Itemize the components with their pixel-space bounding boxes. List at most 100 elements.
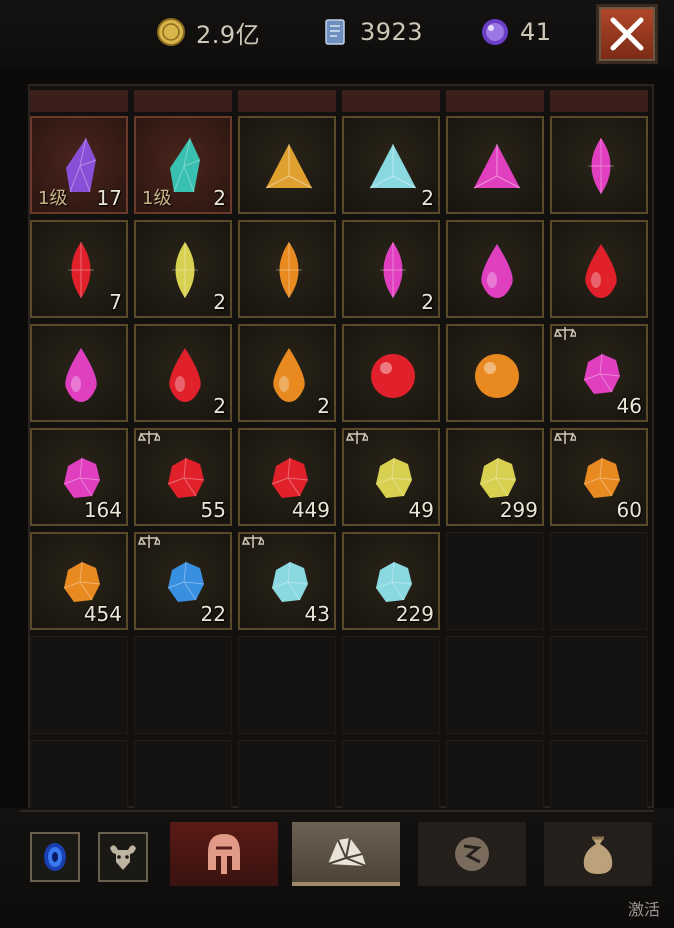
gem-slot[interactable]: [550, 220, 648, 318]
emblem-button[interactable]: [98, 832, 148, 882]
scroll-icon: [320, 17, 350, 47]
item-level: 1级: [38, 188, 68, 209]
scroll-currency: 3923: [320, 14, 423, 50]
tab-materials[interactable]: [544, 822, 652, 886]
item-count: 2: [421, 186, 434, 210]
gem-slot[interactable]: 55: [134, 428, 232, 526]
item-count: 2: [421, 290, 434, 314]
bull-emblem-icon: [110, 845, 136, 870]
item-count: 2: [317, 394, 330, 418]
gold-currency: 2.9亿: [156, 14, 260, 50]
trade-scale-icon: [138, 431, 160, 444]
empty-slot[interactable]: [550, 532, 648, 630]
item-count: 2: [213, 394, 226, 418]
empty-slot[interactable]: [238, 636, 336, 734]
orb-red-gem-icon: [371, 354, 415, 398]
gem-slot[interactable]: [238, 220, 336, 318]
item-count: 55: [200, 498, 226, 522]
item-count: 43: [304, 602, 330, 626]
divider: [20, 810, 654, 812]
tab-gems[interactable]: [292, 822, 400, 886]
gem-slot[interactable]: [238, 116, 336, 214]
close-button[interactable]: [596, 4, 658, 64]
triangle-amber-gem-icon: [265, 144, 313, 189]
gem-slot[interactable]: 2: [342, 116, 440, 214]
item-count: 164: [83, 498, 122, 522]
orb-orange-gem-icon: [475, 354, 519, 398]
gem-slot[interactable]: 164: [30, 428, 128, 526]
triangle-magenta-gem-icon: [473, 144, 521, 189]
gem-slot[interactable]: 1级 17: [30, 116, 128, 214]
item-count: 22: [200, 602, 226, 626]
item-count: 49: [408, 498, 434, 522]
gem-slot[interactable]: 229: [342, 532, 440, 630]
trade-scale-icon: [242, 535, 264, 548]
orb-currency: 41: [480, 14, 552, 50]
item-count: 449: [291, 498, 330, 522]
gem-slot[interactable]: 2: [342, 220, 440, 318]
gold-coin-icon: [156, 17, 186, 47]
gem-slot[interactable]: 22: [134, 532, 232, 630]
trade-scale-icon: [138, 535, 160, 548]
drop-magenta-gem-icon: [65, 348, 97, 402]
item-count: 46: [616, 394, 642, 418]
gem-slot[interactable]: [446, 220, 544, 318]
gem-slot[interactable]: 454: [30, 532, 128, 630]
empty-slot[interactable]: [550, 636, 648, 734]
gem-slot[interactable]: 60: [550, 428, 648, 526]
blue-portal-icon: [44, 843, 66, 871]
gem-slot[interactable]: 2: [134, 324, 232, 422]
item-count: 7: [109, 290, 122, 314]
tab-runes[interactable]: [418, 822, 526, 886]
marquise-yellow-gem-icon: [172, 242, 198, 298]
empty-slot[interactable]: [446, 636, 544, 734]
pear-red-gem-icon: [585, 244, 617, 298]
gem-slot[interactable]: [446, 116, 544, 214]
portal-button[interactable]: [30, 832, 80, 882]
gem-slot[interactable]: 7: [30, 220, 128, 318]
pouch-icon: [583, 836, 613, 874]
marquise-magenta-gem-icon: [588, 138, 614, 194]
gem-slot[interactable]: 1级 2: [134, 116, 232, 214]
tab-equipment[interactable]: [170, 822, 278, 886]
item-count: 299: [499, 498, 538, 522]
item-level: 1级: [142, 188, 172, 209]
gem-slot[interactable]: 2: [134, 220, 232, 318]
marquise-orange-gem-icon: [276, 242, 302, 298]
gem-slot[interactable]: 49: [342, 428, 440, 526]
pear-magenta-gem-icon: [481, 244, 513, 298]
item-count: 2: [213, 290, 226, 314]
gem-slot[interactable]: 449: [238, 428, 336, 526]
empty-slot[interactable]: [342, 636, 440, 734]
rune-icon: [455, 837, 489, 871]
gem-slot[interactable]: 46: [550, 324, 648, 422]
drop-red-gem-icon: [169, 348, 201, 402]
item-count: 60: [616, 498, 642, 522]
triangle-cyan-gem-icon: [369, 144, 417, 189]
orb-amount: 41: [520, 18, 552, 46]
gem-slot[interactable]: 43: [238, 532, 336, 630]
item-count: 454: [83, 602, 122, 626]
marquise-magenta-gem-icon: [380, 242, 406, 298]
item-count: 17: [96, 186, 122, 210]
gem-slot[interactable]: 299: [446, 428, 544, 526]
empty-slot[interactable]: [446, 532, 544, 630]
gem-slot[interactable]: [446, 324, 544, 422]
close-icon: [610, 17, 644, 51]
gem-slot[interactable]: 2: [238, 324, 336, 422]
empty-slot[interactable]: [30, 636, 128, 734]
gem-slot[interactable]: [342, 324, 440, 422]
gold-amount: 2.9亿: [196, 20, 261, 49]
item-count: 2: [213, 186, 226, 210]
gem-slot[interactable]: [30, 324, 128, 422]
scroll-amount: 3923: [360, 18, 424, 46]
watermark-text: 激活: [628, 900, 661, 919]
helmet-icon: [208, 834, 240, 874]
purple-orb-icon: [480, 17, 510, 47]
gem-pile-icon: [327, 837, 367, 867]
gem-slot[interactable]: [550, 116, 648, 214]
drop-orange-gem-icon: [273, 348, 305, 402]
empty-slot[interactable]: [134, 636, 232, 734]
trade-scale-icon: [554, 431, 576, 444]
item-count: 229: [395, 602, 434, 626]
